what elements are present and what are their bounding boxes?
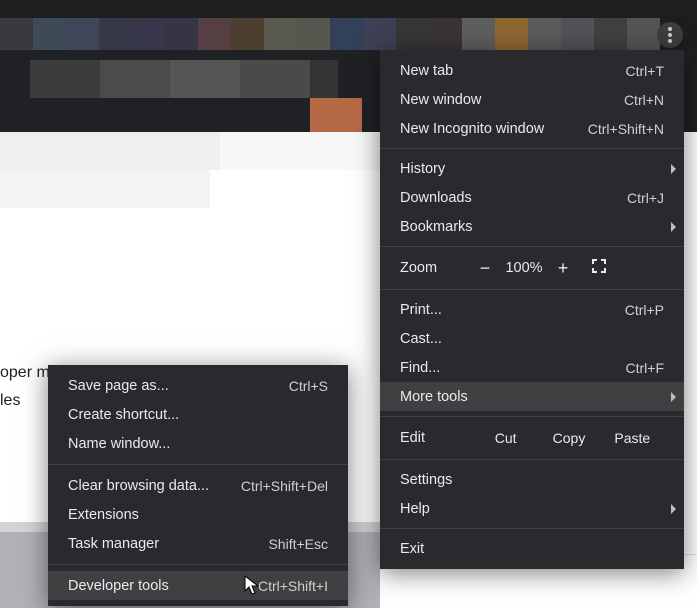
menu-cast[interactable]: Cast...	[380, 324, 684, 353]
chevron-right-icon	[671, 504, 676, 514]
menu-edit-row: Edit Cut Copy Paste	[380, 422, 684, 454]
page-text-fragment: les	[0, 392, 20, 410]
menu-more-tools[interactable]: More tools	[380, 382, 684, 411]
menu-separator	[380, 416, 684, 417]
menu-find[interactable]: Find...Ctrl+F	[380, 353, 684, 382]
menu-new-window[interactable]: New windowCtrl+N	[380, 85, 684, 114]
menu-separator	[48, 464, 348, 465]
zoom-in-button[interactable]: +	[548, 258, 578, 279]
menu-settings[interactable]: Settings	[380, 465, 684, 494]
submenu-name-window[interactable]: Name window...	[48, 429, 348, 458]
menu-new-incognito[interactable]: New Incognito windowCtrl+Shift+N	[380, 114, 684, 143]
more-tools-submenu: Save page as...Ctrl+S Create shortcut...…	[48, 365, 348, 606]
menu-bookmarks[interactable]: Bookmarks	[380, 212, 684, 241]
menu-help[interactable]: Help	[380, 494, 684, 523]
chevron-right-icon	[671, 392, 676, 402]
menu-print[interactable]: Print...Ctrl+P	[380, 295, 684, 324]
menu-separator	[380, 528, 684, 529]
fullscreen-button[interactable]	[578, 259, 620, 277]
edit-copy-button[interactable]: Copy	[537, 430, 600, 446]
menu-separator	[380, 148, 684, 149]
menu-history[interactable]: History	[380, 154, 684, 183]
fullscreen-icon	[592, 259, 606, 273]
browser-titlebar	[0, 0, 697, 50]
submenu-create-shortcut[interactable]: Create shortcut...	[48, 400, 348, 429]
menu-exit[interactable]: Exit	[380, 534, 684, 563]
submenu-task-manager[interactable]: Task managerShift+Esc	[48, 529, 348, 558]
chevron-right-icon	[671, 164, 676, 174]
submenu-developer-tools[interactable]: Developer toolsCtrl+Shift+I	[48, 571, 348, 600]
zoom-out-button[interactable]: −	[470, 258, 500, 279]
menu-zoom-row: Zoom − 100% +	[380, 252, 684, 284]
submenu-extensions[interactable]: Extensions	[48, 500, 348, 529]
menu-separator	[380, 459, 684, 460]
edit-label: Edit	[400, 430, 474, 446]
chevron-right-icon	[671, 222, 676, 232]
menu-separator	[380, 289, 684, 290]
menu-separator	[380, 246, 684, 247]
zoom-value: 100%	[500, 260, 548, 276]
tab-strip	[0, 18, 660, 50]
submenu-save-page[interactable]: Save page as...Ctrl+S	[48, 371, 348, 400]
edit-paste-button[interactable]: Paste	[601, 430, 664, 446]
chrome-main-menu: New tabCtrl+T New windowCtrl+N New Incog…	[380, 50, 684, 569]
menu-separator	[48, 564, 348, 565]
chrome-menu-button[interactable]	[657, 22, 683, 48]
more-vertical-icon	[668, 27, 672, 43]
menu-downloads[interactable]: DownloadsCtrl+J	[380, 183, 684, 212]
zoom-label: Zoom	[400, 260, 470, 276]
edit-cut-button[interactable]: Cut	[474, 430, 537, 446]
submenu-clear-browsing-data[interactable]: Clear browsing data...Ctrl+Shift+Del	[48, 471, 348, 500]
menu-new-tab[interactable]: New tabCtrl+T	[380, 56, 684, 85]
